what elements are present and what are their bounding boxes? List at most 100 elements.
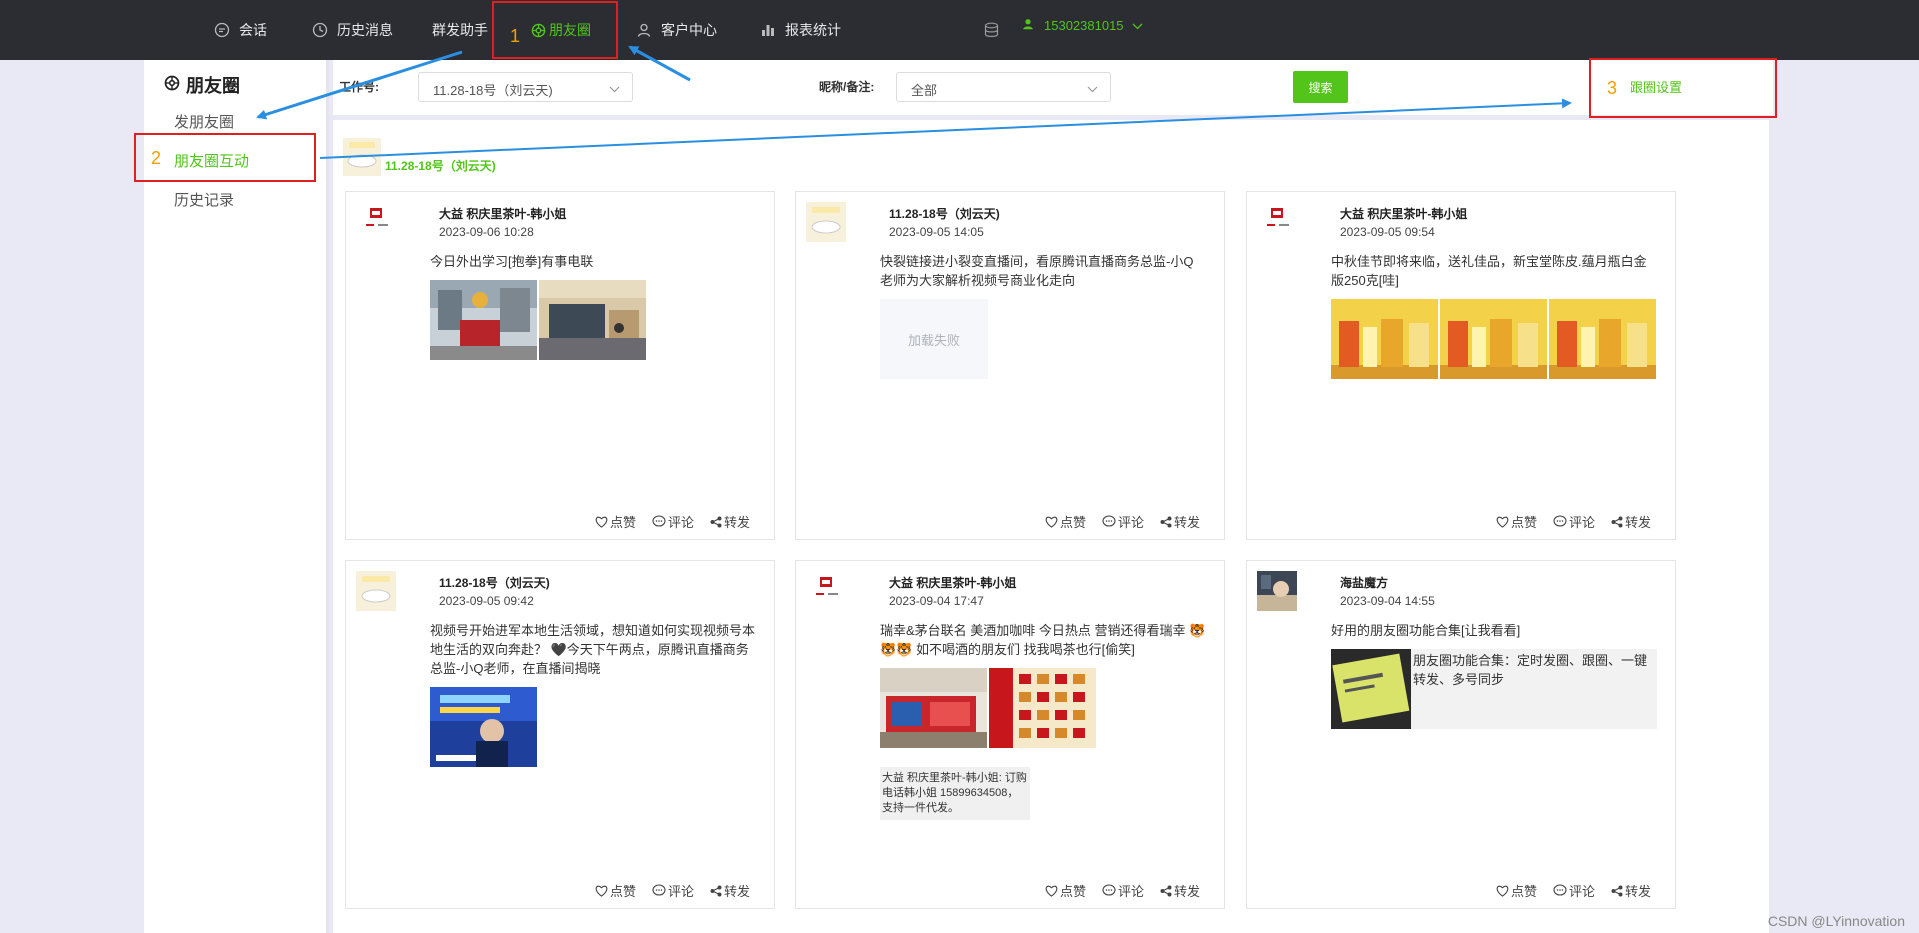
comment-icon (652, 884, 666, 896)
user-menu[interactable]: 15302381015 (1022, 18, 1143, 33)
avatar (1257, 202, 1297, 242)
heart-icon (595, 516, 608, 528)
shared-link-card[interactable]: 朋友圈功能合集：定时发圈、跟圈、一键转发、多号同步 (1331, 649, 1657, 729)
like-label: 点赞 (1510, 884, 1537, 899)
share-label: 转发 (723, 515, 750, 530)
post-images (880, 668, 1096, 748)
like-button[interactable]: 点赞 (1045, 881, 1086, 900)
post-time: 2023-09-05 09:54 (1340, 225, 1435, 239)
post-image[interactable] (430, 280, 537, 360)
post-image[interactable] (1549, 299, 1656, 379)
post-text: 快裂链接进小裂变直播间，看原腾讯直播商务总监-小Q老师为大家解析视频号商业化走向 (880, 254, 1194, 288)
database-icon[interactable] (984, 22, 999, 41)
comment-button[interactable]: 评论 (1553, 512, 1595, 531)
sidebar-item-history[interactable]: 历史记录 (174, 189, 234, 210)
share-button[interactable]: 转发 (1611, 512, 1651, 531)
post-card: 海盐魔方 2023-09-04 14:55 好用的朋友圈功能合集[让我看看] 朋… (1246, 560, 1676, 909)
share-button[interactable]: 转发 (710, 512, 750, 531)
post-actions: 点赞 评论 转发 (1045, 881, 1200, 900)
post-image[interactable] (989, 668, 1096, 748)
comment-icon (1102, 884, 1116, 896)
like-button[interactable]: 点赞 (1496, 512, 1537, 531)
heart-icon (1496, 885, 1509, 897)
like-button[interactable]: 点赞 (595, 881, 636, 900)
post-image[interactable] (539, 280, 646, 360)
user-phone: 15302381015 (1044, 18, 1124, 33)
post-actions: 点赞 评论 转发 (1496, 881, 1651, 900)
nickname-label: 昵称/备注: (819, 80, 875, 94)
nav-item-reports[interactable]: 报表统计 (760, 18, 841, 42)
nav-label: 会话 (239, 22, 267, 38)
post-actions: 点赞 评论 转发 (595, 881, 750, 900)
watermark: CSDN @LYinnovation (1767, 913, 1905, 929)
account-header-name: 11.28-18号（刘云天) (385, 159, 496, 173)
post-time: 2023-09-05 09:42 (439, 594, 534, 608)
post-image[interactable] (1331, 299, 1438, 379)
like-button[interactable]: 点赞 (595, 512, 636, 531)
chevron-down-icon (609, 81, 620, 96)
like-label: 点赞 (1510, 515, 1537, 530)
avatar (806, 571, 846, 611)
comment-label: 评论 (1117, 515, 1144, 530)
nav-item-chat[interactable]: 会话 (214, 18, 267, 42)
nav-item-customers[interactable]: 客户中心 (636, 18, 717, 42)
post-card: 11.28-18号（刘云天) 2023-09-05 14:05 快裂链接进小裂变… (795, 191, 1225, 540)
post-author: 海盐魔方 (1340, 576, 1389, 590)
post-text: 瑞幸&茅台联名 美酒加咖啡 今日热点 营销还得看瑞幸 🐯🐯🐯 如不喝酒的朋友们 … (880, 623, 1206, 657)
post-time: 2023-09-04 14:55 (1340, 594, 1435, 608)
post-author: 大益 积庆里茶叶-韩小姐 (1340, 207, 1468, 221)
comment-button[interactable]: 评论 (1102, 881, 1144, 900)
nickname-select[interactable]: 全部 (896, 72, 1111, 102)
post-images (1331, 299, 1656, 379)
sidebar-title-text: 朋友圈 (186, 76, 240, 96)
sidebar: 朋友圈 发朋友圈 朋友圈互动 历史记录 (144, 60, 329, 933)
account-avatar (343, 138, 381, 176)
comment-button[interactable]: 评论 (652, 512, 694, 531)
avatar (806, 202, 846, 242)
share-label: 转发 (1173, 515, 1200, 530)
post-image[interactable] (1440, 299, 1547, 379)
share-label: 转发 (1624, 515, 1651, 530)
nav-item-mass-send[interactable]: 群发助手 (432, 18, 488, 42)
comment-button[interactable]: 评论 (1102, 512, 1144, 531)
bar-chart-icon (760, 22, 776, 38)
sidebar-title: 朋友圈 (164, 72, 240, 98)
post-comment: 大益 积庆里茶叶-韩小姐: 订购电话韩小姐 15899634508，支持一件代发… (880, 767, 1030, 820)
share-icon (710, 516, 722, 527)
share-button[interactable]: 转发 (1160, 512, 1200, 531)
share-label: 转发 (1173, 884, 1200, 899)
post-author: 大益 积庆里茶叶-韩小姐 (439, 207, 567, 221)
link-title: 朋友圈功能合集：定时发圈、跟圈、一键转发、多号同步 (1413, 653, 1648, 687)
user-icon (636, 22, 652, 38)
post-image[interactable] (880, 668, 987, 748)
account-select[interactable]: 11.28-18号（刘云天) (418, 72, 633, 102)
post-images (430, 687, 537, 767)
post-image[interactable] (430, 687, 537, 767)
post-card: 11.28-18号（刘云天) 2023-09-05 09:42 视频号开始进军本… (345, 560, 775, 909)
heart-icon (1045, 516, 1058, 528)
comment-icon (652, 515, 666, 527)
share-button[interactable]: 转发 (1611, 881, 1651, 900)
share-button[interactable]: 转发 (1160, 881, 1200, 900)
post-text: 今日外出学习[抱拳]有事电联 (430, 254, 594, 269)
heart-icon (1045, 885, 1058, 897)
search-button[interactable]: 搜索 (1293, 71, 1348, 103)
like-button[interactable]: 点赞 (1496, 881, 1537, 900)
like-button[interactable]: 点赞 (1045, 512, 1086, 531)
comment-button[interactable]: 评论 (652, 881, 694, 900)
comment-icon (1553, 515, 1567, 527)
user-icon (1022, 18, 1034, 33)
image-load-failed: 加载失败 (880, 299, 988, 379)
share-button[interactable]: 转发 (710, 881, 750, 900)
heart-icon (595, 885, 608, 897)
post-images: 加载失败 (880, 299, 988, 379)
sidebar-item-post[interactable]: 发朋友圈 (174, 111, 234, 132)
nav-item-history[interactable]: 历史消息 (312, 18, 393, 42)
scrollbar[interactable] (1769, 120, 1773, 933)
annotation-box-settings (1589, 58, 1777, 118)
comment-label: 评论 (667, 515, 694, 530)
comment-button[interactable]: 评论 (1553, 881, 1595, 900)
like-label: 点赞 (1059, 884, 1086, 899)
main-content: 11.28-18号（刘云天) 大益 积庆里茶叶-韩小姐 2023-09-06 1… (333, 120, 1773, 933)
post-text: 中秋佳节即将来临，送礼佳品，新宝堂陈皮.蕴月瓶白金版250克[哇] (1331, 254, 1647, 288)
